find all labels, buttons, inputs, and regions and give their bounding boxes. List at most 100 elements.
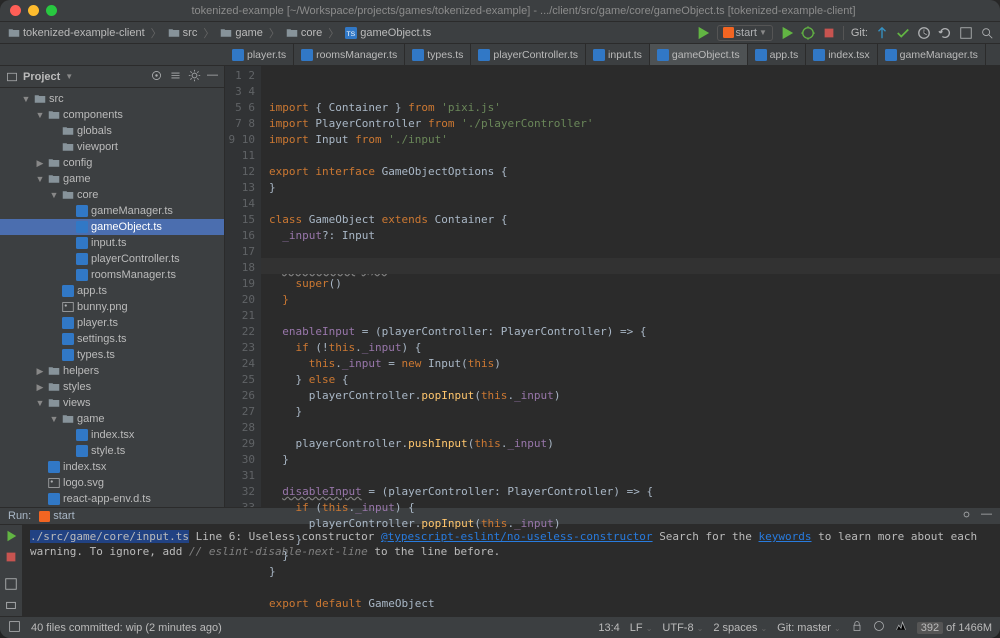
minimize-window-button[interactable]: [28, 5, 39, 16]
tree-item-label: index.tsx: [91, 429, 134, 441]
editor-tab[interactable]: playerController.ts: [471, 44, 586, 65]
print-icon[interactable]: [4, 598, 18, 615]
tree-item[interactable]: ▶styles: [0, 379, 224, 395]
tree-item[interactable]: logo.svg: [0, 475, 224, 491]
breadcrumb-item[interactable]: TS gameObject.ts: [343, 27, 433, 39]
ts-file-icon: [478, 49, 490, 61]
ts-file-icon: [62, 317, 74, 329]
expand-arrow[interactable]: ▼: [49, 190, 59, 200]
folder-icon: [168, 27, 180, 39]
tree-item[interactable]: types.ts: [0, 347, 224, 363]
file-encoding[interactable]: UTF-8 ⌄: [662, 622, 703, 634]
run-config-name[interactable]: start: [39, 510, 74, 522]
vcs-revert-button[interactable]: [938, 26, 952, 40]
tree-item[interactable]: bunny.png: [0, 299, 224, 315]
settings-icon[interactable]: [188, 69, 201, 85]
run-config-select[interactable]: start ▼: [717, 25, 773, 41]
expand-arrow[interactable]: ▼: [21, 94, 31, 104]
tree-item[interactable]: ▼components: [0, 107, 224, 123]
expand-arrow[interactable]: ▶: [35, 366, 45, 377]
tree-item-label: types.ts: [77, 349, 115, 361]
rerun-icon[interactable]: [4, 529, 18, 546]
expand-arrow[interactable]: ▶: [35, 382, 45, 393]
tree-item[interactable]: ▼views: [0, 395, 224, 411]
ide-settings-icon[interactable]: [959, 26, 973, 40]
tree-item[interactable]: app.ts: [0, 283, 224, 299]
breadcrumb-item[interactable]: tokenized-example-client: [6, 27, 147, 39]
folder-icon: [62, 413, 74, 425]
tree-item[interactable]: ▼game: [0, 171, 224, 187]
tree-item[interactable]: ▼game: [0, 411, 224, 427]
select-opened-file-icon[interactable]: [150, 69, 163, 85]
tree-item[interactable]: style.ts: [0, 443, 224, 459]
expand-arrow[interactable]: ▼: [49, 414, 59, 424]
processes-icon[interactable]: [895, 620, 907, 635]
close-window-button[interactable]: [10, 5, 21, 16]
tree-item[interactable]: globals: [0, 123, 224, 139]
layout-icon[interactable]: [4, 577, 18, 594]
memory-indicator[interactable]: 392 of 1466M: [917, 622, 992, 634]
editor-tab[interactable]: roomsManager.ts: [294, 44, 405, 65]
tree-item[interactable]: ▼src: [0, 91, 224, 107]
stop-icon[interactable]: [4, 550, 18, 567]
expand-arrow[interactable]: ▼: [35, 110, 45, 120]
tree-item[interactable]: settings.ts: [0, 331, 224, 347]
line-separator[interactable]: LF ⌄: [630, 622, 653, 634]
vcs-update-button[interactable]: [875, 26, 889, 40]
debug-button[interactable]: [801, 26, 815, 40]
tree-item[interactable]: react-app-env.d.ts: [0, 491, 224, 507]
editor-tab[interactable]: gameObject.ts: [650, 44, 748, 65]
tree-item-label: settings.ts: [77, 333, 127, 345]
vcs-commit-button[interactable]: [896, 26, 910, 40]
code-editor[interactable]: 1 2 3 4 5 6 7 8 9 10 11 12 13 14 15 16 1…: [225, 66, 1000, 612]
tree-item[interactable]: viewport: [0, 139, 224, 155]
tree-item[interactable]: ▶config: [0, 155, 224, 171]
tree-item-label: playerController.ts: [91, 253, 180, 265]
ts-file-icon: [885, 49, 897, 61]
tree-item[interactable]: playerController.ts: [0, 251, 224, 267]
lock-icon[interactable]: [851, 620, 863, 635]
project-tree[interactable]: ▼src▼componentsglobalsviewport▶config▼ga…: [0, 88, 224, 507]
code-area[interactable]: import { Container } from 'pixi.js' impo…: [261, 66, 1000, 612]
expand-arrow[interactable]: ▶: [35, 158, 45, 169]
editor-tab[interactable]: player.ts: [225, 44, 294, 65]
editor-tab[interactable]: index.tsx: [806, 44, 877, 65]
git-branch[interactable]: Git: master ⌄: [777, 622, 841, 634]
ts-file-icon: [62, 285, 74, 297]
editor-tab[interactable]: gameManager.ts: [878, 44, 986, 65]
tree-item[interactable]: index.tsx: [0, 459, 224, 475]
search-everywhere-button[interactable]: [980, 26, 994, 40]
cursor-position[interactable]: 13:4: [598, 622, 619, 634]
tool-window-quick-icon[interactable]: [8, 620, 21, 636]
run-button[interactable]: [780, 26, 794, 40]
editor-tab[interactable]: input.ts: [586, 44, 650, 65]
stop-button[interactable]: [822, 26, 836, 40]
titlebar: tokenized-example [~/Workspace/projects/…: [0, 0, 1000, 22]
editor-tab[interactable]: types.ts: [405, 44, 471, 65]
tree-item[interactable]: gameManager.ts: [0, 203, 224, 219]
tree-item[interactable]: ▶helpers: [0, 363, 224, 379]
vcs-history-button[interactable]: [917, 26, 931, 40]
maximize-window-button[interactable]: [46, 5, 57, 16]
tree-item[interactable]: gameObject.ts: [0, 219, 224, 235]
breadcrumb-item[interactable]: core: [284, 27, 324, 39]
breadcrumb-item[interactable]: game: [218, 27, 265, 39]
expand-arrow[interactable]: ▼: [35, 174, 45, 184]
breadcrumb-item[interactable]: src: [166, 27, 200, 39]
indent-settings[interactable]: 2 spaces ⌄: [713, 622, 767, 634]
tree-item[interactable]: input.ts: [0, 235, 224, 251]
tree-item[interactable]: roomsManager.ts: [0, 267, 224, 283]
expand-arrow[interactable]: ▼: [35, 398, 45, 408]
hide-icon[interactable]: —: [207, 69, 218, 85]
ts-file-icon: [76, 221, 88, 233]
vcs-status[interactable]: 40 files committed: wip (2 minutes ago): [31, 622, 222, 634]
expand-all-icon[interactable]: [169, 69, 182, 85]
build-button[interactable]: [696, 26, 710, 40]
inspection-icon[interactable]: [873, 620, 885, 635]
tree-item[interactable]: ▼core: [0, 187, 224, 203]
tree-item[interactable]: player.ts: [0, 315, 224, 331]
tree-item[interactable]: index.tsx: [0, 427, 224, 443]
project-tool-header[interactable]: Project ▼ —: [0, 66, 224, 88]
editor-tab[interactable]: app.ts: [748, 44, 807, 65]
tree-item-label: logo.svg: [63, 477, 104, 489]
